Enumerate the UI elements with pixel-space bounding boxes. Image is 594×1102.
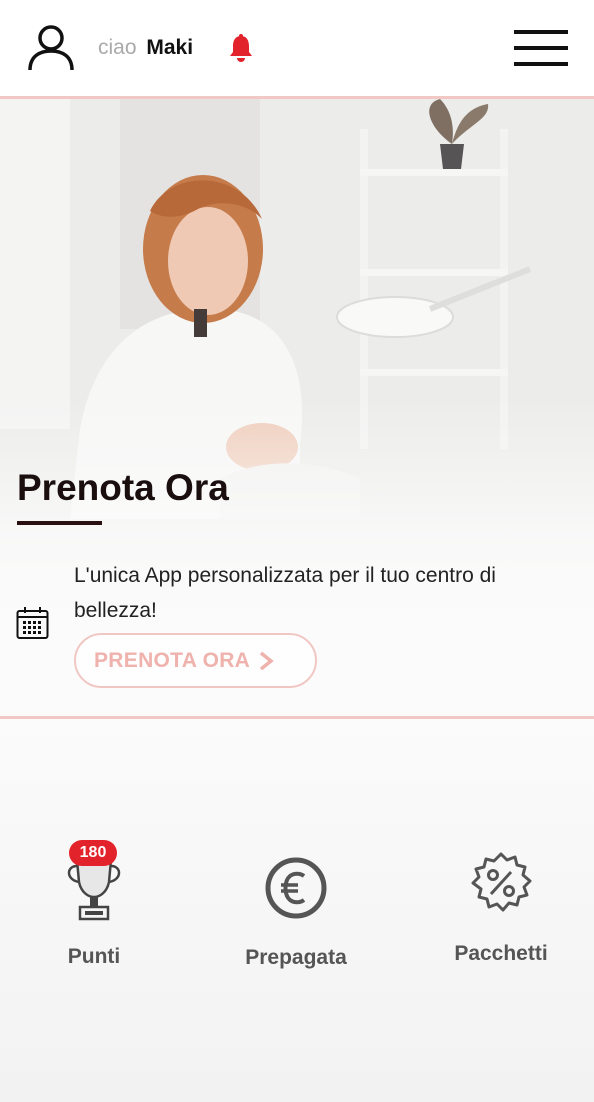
- user-name: Maki: [146, 36, 194, 59]
- app-header: ciao Maki: [0, 0, 594, 96]
- chevron-right-icon: [260, 651, 274, 670]
- title-underline: [17, 521, 102, 525]
- book-now-button[interactable]: PRENOTA ORA: [74, 633, 317, 688]
- euro-icon: [265, 857, 327, 919]
- punti-label: Punti: [67, 945, 121, 968]
- hero-title: Prenota Ora: [17, 467, 229, 508]
- prepagata-label: Prepagata: [245, 946, 347, 969]
- bell-icon[interactable]: [226, 33, 256, 63]
- hero-description: L'unica App personalizzata per il tuo ce…: [74, 564, 496, 622]
- user-icon[interactable]: [26, 24, 76, 72]
- calendar-icon: [16, 607, 49, 639]
- points-badge: 180: [69, 840, 117, 866]
- hamburger-menu-icon[interactable]: [514, 28, 568, 68]
- book-now-label: PRENOTA ORA: [94, 648, 251, 672]
- pacchetti-label: Pacchetti: [454, 942, 548, 965]
- greeting-text: ciao: [98, 36, 137, 59]
- greeting: ciao Maki: [98, 36, 193, 60]
- discount-badge-icon: [471, 852, 532, 912]
